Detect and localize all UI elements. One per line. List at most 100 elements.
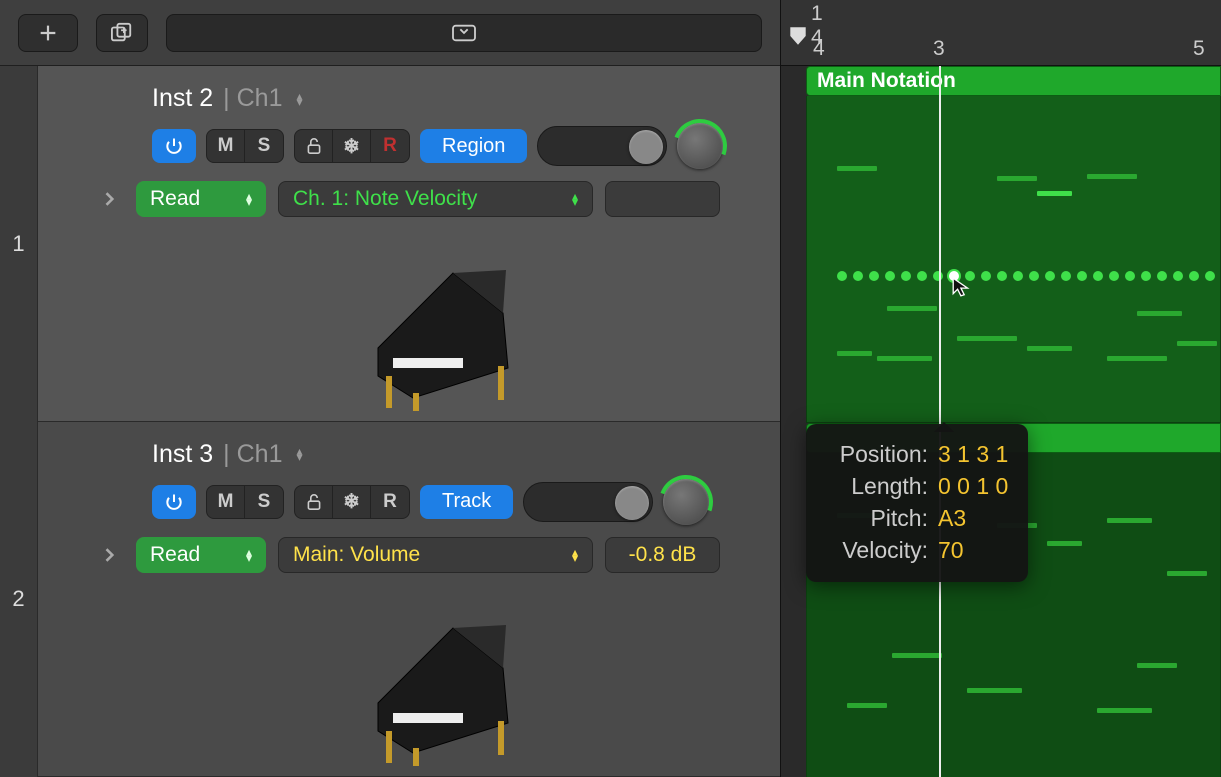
automation-point[interactable] [1093, 271, 1103, 281]
midi-note[interactable] [877, 356, 932, 361]
track-row[interactable]: Inst 2 | Ch1 ▴▾ M S [38, 66, 780, 422]
automation-param-select[interactable]: Main: Volume ▴▾ [278, 537, 593, 573]
midi-note[interactable] [1137, 311, 1182, 316]
midi-note[interactable] [1087, 174, 1137, 179]
automation-point[interactable] [885, 271, 895, 281]
automation-point[interactable] [1029, 271, 1039, 281]
timeline-ruler[interactable]: 1 4 4 3 5 [781, 0, 1221, 66]
automation-point[interactable] [933, 271, 943, 281]
automation-point[interactable] [917, 271, 927, 281]
automation-mode-select[interactable]: Read ▴▾ [136, 537, 266, 573]
automation-point[interactable] [1125, 271, 1135, 281]
midi-note[interactable] [1107, 356, 1167, 361]
lock-button[interactable] [295, 130, 333, 162]
solo-button[interactable]: S [245, 130, 283, 162]
midi-region-upper[interactable] [806, 96, 1221, 423]
automation-point[interactable] [853, 271, 863, 281]
freeze-button[interactable]: ❄ [333, 486, 371, 518]
automation-point[interactable] [1141, 271, 1151, 281]
automation-point[interactable] [1045, 271, 1055, 281]
updown-icon: ▴▾ [246, 549, 252, 561]
collapse-button[interactable] [166, 14, 762, 52]
midi-note[interactable] [837, 351, 872, 356]
automation-toggle[interactable] [537, 126, 667, 166]
solo-button[interactable]: S [245, 486, 283, 518]
track-name[interactable]: Inst 2 [152, 84, 213, 113]
automation-point[interactable] [1109, 271, 1119, 281]
collapse-icon [451, 22, 477, 44]
freeze-button[interactable]: ❄ [333, 130, 371, 162]
automation-point[interactable] [1013, 271, 1023, 281]
midi-note[interactable] [1107, 518, 1152, 523]
updown-icon[interactable]: ▴▾ [296, 448, 302, 460]
automation-line[interactable] [807, 271, 1220, 281]
midi-note[interactable] [1167, 571, 1207, 576]
track-number[interactable]: 1 [0, 66, 37, 422]
disclosure-button[interactable] [96, 185, 124, 213]
playhead-marker[interactable] [787, 25, 809, 47]
automation-param-select[interactable]: Ch. 1: Note Velocity ▴▾ [278, 181, 593, 217]
power-button[interactable] [152, 129, 196, 163]
midi-note[interactable] [1177, 341, 1217, 346]
midi-note[interactable] [1027, 346, 1072, 351]
track-number[interactable]: 2 [0, 422, 37, 777]
updown-icon[interactable]: ▴▾ [296, 93, 302, 105]
automation-value[interactable]: -0.8 dB [605, 537, 720, 573]
updown-icon: ▴▾ [246, 193, 252, 205]
midi-note[interactable] [1097, 708, 1152, 713]
automation-mode-label: Read [150, 187, 200, 211]
automation-point[interactable] [837, 271, 847, 281]
automation-point[interactable] [1189, 271, 1199, 281]
duplicate-icon [110, 22, 134, 44]
track-channel[interactable]: | Ch1 [223, 440, 282, 469]
tooltip-length-value: 0 0 1 0 [938, 470, 1008, 502]
automation-mode-select[interactable]: Read ▴▾ [136, 181, 266, 217]
midi-note[interactable] [967, 688, 1022, 693]
plus-icon [37, 22, 59, 44]
pan-knob[interactable] [677, 123, 723, 169]
lock-freeze-record-group: ❄ R [294, 129, 410, 163]
record-enable-button[interactable]: R [371, 130, 409, 162]
midi-note[interactable] [887, 306, 937, 311]
duplicate-track-button[interactable] [96, 14, 148, 52]
automation-point[interactable] [1157, 271, 1167, 281]
instrument-icon-piano [358, 258, 518, 413]
automation-point[interactable] [1061, 271, 1071, 281]
automation-point[interactable] [981, 271, 991, 281]
record-enable-button[interactable]: R [371, 486, 409, 518]
midi-note[interactable] [847, 703, 887, 708]
midi-note[interactable] [837, 166, 877, 171]
automation-point[interactable] [1173, 271, 1183, 281]
midi-note[interactable] [1037, 191, 1072, 196]
track-channel[interactable]: | Ch1 [223, 84, 282, 113]
mute-button[interactable]: M [207, 486, 245, 518]
automation-toggle[interactable] [523, 482, 653, 522]
add-track-button[interactable] [18, 14, 78, 52]
automation-value[interactable] [605, 181, 720, 217]
tooltip-velocity-value: 70 [938, 534, 964, 566]
disclosure-button[interactable] [96, 541, 124, 569]
track-name[interactable]: Inst 3 [152, 440, 213, 469]
midi-note[interactable] [1047, 541, 1082, 546]
midi-note[interactable] [1137, 663, 1177, 668]
automation-point[interactable] [1077, 271, 1087, 281]
track-row[interactable]: Inst 3 | Ch1 ▴▾ M S [38, 422, 780, 777]
midi-note[interactable] [957, 336, 1017, 341]
automation-point[interactable] [901, 271, 911, 281]
lock-button[interactable] [295, 486, 333, 518]
automation-point[interactable] [997, 271, 1007, 281]
midi-note[interactable] [997, 176, 1037, 181]
region-header[interactable]: Main Notation [806, 66, 1221, 96]
mute-button[interactable]: M [207, 130, 245, 162]
region-track-toggle[interactable]: Track [420, 485, 513, 519]
automation-point[interactable] [1205, 271, 1215, 281]
region-track-toggle[interactable]: Region [420, 129, 527, 163]
timeline-body[interactable]: Main Notation 00 [781, 66, 1221, 777]
ruler-bar-label: 3 [933, 37, 945, 61]
lock-open-icon [306, 137, 322, 155]
pan-knob[interactable] [663, 479, 709, 525]
midi-note[interactable] [892, 653, 942, 658]
power-button[interactable] [152, 485, 196, 519]
automation-point[interactable] [869, 271, 879, 281]
updown-icon: ▴▾ [572, 193, 578, 205]
